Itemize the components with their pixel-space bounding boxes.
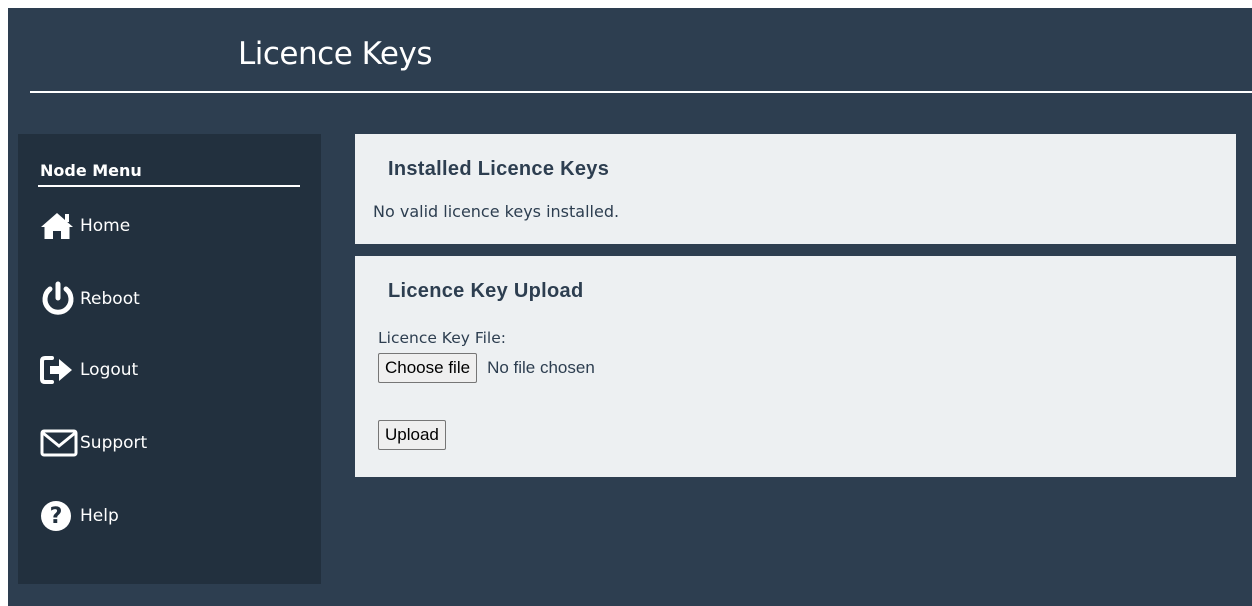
key-upload-panel: Licence Key Upload Licence Key File: Cho…: [355, 256, 1236, 477]
sidebar-item-label: Logout: [80, 360, 139, 380]
key-upload-heading: Licence Key Upload: [388, 280, 584, 302]
title-divider: [30, 91, 1252, 93]
node-menu-sidebar: Node Menu Home Reboot Logout Support ? H…: [18, 134, 321, 584]
home-icon: [40, 206, 80, 246]
upload-button[interactable]: Upload: [378, 420, 446, 450]
sidebar-item-reboot[interactable]: Reboot: [40, 279, 300, 319]
logout-icon: [40, 350, 80, 390]
file-input[interactable]: Choose file No file chosen: [378, 353, 595, 383]
sidebar-item-home[interactable]: Home: [40, 206, 300, 246]
installed-keys-panel: Installed Licence Keys No valid licence …: [355, 134, 1236, 244]
installed-keys-message: No valid licence keys installed.: [373, 202, 620, 221]
svg-text:?: ?: [50, 504, 63, 529]
node-menu-divider: [38, 185, 300, 187]
question-circle-icon: ?: [40, 496, 80, 536]
installed-keys-heading: Installed Licence Keys: [388, 158, 610, 180]
sidebar-item-help[interactable]: ? Help: [40, 496, 300, 536]
power-icon: [40, 279, 80, 319]
sidebar-item-support[interactable]: Support: [40, 423, 300, 463]
file-status-text: No file chosen: [487, 358, 595, 377]
sidebar-item-label: Help: [80, 506, 119, 526]
choose-file-button[interactable]: Choose file: [378, 353, 478, 383]
page-title: Licence Keys: [238, 36, 432, 72]
sidebar-item-label: Support: [80, 433, 148, 453]
node-menu-title: Node Menu: [40, 161, 142, 180]
envelope-icon: [40, 423, 80, 463]
licence-key-file-label: Licence Key File:: [378, 329, 506, 347]
sidebar-item-logout[interactable]: Logout: [40, 350, 300, 390]
sidebar-item-label: Home: [80, 216, 131, 236]
app-frame: Licence Keys Node Menu Home Reboot Logou…: [8, 8, 1252, 606]
sidebar-item-label: Reboot: [80, 289, 140, 309]
